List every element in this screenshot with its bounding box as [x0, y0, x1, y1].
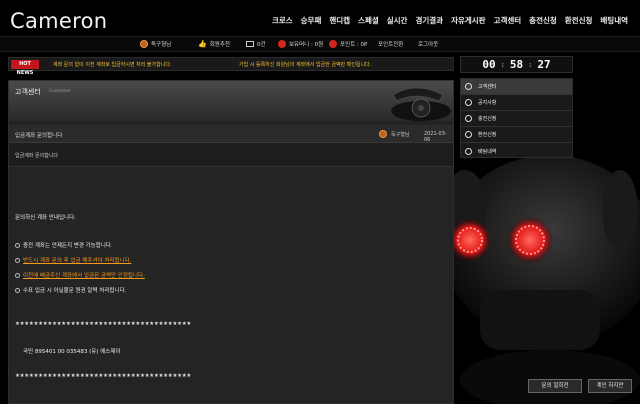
- clock: 00 : 58 : 27: [460, 56, 573, 73]
- telephone-icon: [391, 87, 451, 121]
- answer-text-highlight: 이전에 배금주신 계좌에서 입금된 금액만 인정됩니다.: [23, 273, 145, 279]
- author-name: 독구형님: [391, 131, 410, 138]
- nav-item-handicap[interactable]: 핸디캡: [325, 15, 354, 26]
- star-divider: ★★★★★★★★★★★★★★★★★★★★★★★★★★★★★★★★★★★★★★: [15, 321, 191, 327]
- answer-line: 수표 입금 시 아닐불문 원권 알력 처리됩니다.: [15, 286, 126, 294]
- robot-background-image: [443, 155, 640, 404]
- news-text-2: 가입 시 등록하신 회원님의 계좌에서 입금한 금액만 확인됩니다.: [239, 62, 372, 68]
- sidebar-item-bet-history[interactable]: 배팅내역: [461, 143, 572, 159]
- answer-line: 이전에 배금주신 계좌에서 입금된 금액만 인정됩니다.: [15, 271, 145, 279]
- answer-text-highlight: 반드시 계좌 문의 후 입금 해주셔야 처리됩니다.: [23, 258, 132, 264]
- messages-link[interactable]: 0건: [246, 40, 266, 48]
- bullet-icon: [15, 288, 20, 293]
- chat-icon: [465, 83, 472, 90]
- sidebar-item-notice[interactable]: 공지사항: [461, 95, 572, 111]
- deposit-icon: [465, 115, 472, 122]
- post-subject-text: 입금계좌 문의합니다: [15, 153, 58, 159]
- hot-news-badge: HOT NEWS: [11, 60, 39, 76]
- cs-subtitle: Customer: [49, 89, 71, 94]
- answer-line: 반드시 계좌 문의 후 입금 해주셔야 처리됩니다.: [15, 256, 131, 264]
- post-header: 입금계좌 문의합니다 독구형님 2021-03-06: [9, 125, 453, 143]
- sidebar-item-label: 공지사항: [478, 100, 497, 106]
- clock-sep: :: [528, 60, 533, 69]
- clock-sep: :: [500, 60, 505, 69]
- thumbs-up-icon: 👍: [198, 40, 207, 48]
- account-info: 국민 895401 00 035483 (유) 에스제이: [23, 349, 121, 355]
- recommend-label: 회원추천: [209, 42, 230, 48]
- star-divider: ★★★★★★★★★★★★★★★★★★★★★★★★★★★★★★★★★★★★★★: [15, 373, 191, 379]
- point-convert-link[interactable]: 포인트전환: [378, 40, 403, 48]
- post-title: 입금계좌 문의합니다: [15, 133, 63, 139]
- nav-item-deposit[interactable]: 충전신청: [525, 15, 561, 26]
- answer-text: 충전 계좌는 언제든지 변경 가능합니다.: [23, 243, 113, 249]
- sidebar-item-label: 환전신청: [478, 132, 497, 138]
- points-text: 포인트 : 0P: [340, 42, 368, 48]
- answer-intro: 문의하신 계좌 안내입니다.: [15, 215, 76, 221]
- money-icon: [278, 40, 286, 48]
- news-ticker: HOT NEWS 계좌 문의 없이 이전 계좌로 입금하시면 처리 불가합니다.…: [8, 57, 454, 76]
- nav-item-support[interactable]: 고객센터: [490, 15, 526, 26]
- nav-item-board[interactable]: 자유게시판: [447, 15, 490, 26]
- site-logo[interactable]: Cameron: [10, 9, 107, 33]
- sidebar-item-deposit[interactable]: 충전신청: [461, 111, 572, 127]
- envelope-icon: [246, 41, 254, 47]
- nav-item-withdraw[interactable]: 환전신청: [561, 15, 597, 26]
- holding-money: 보유머니 : 0원: [278, 40, 323, 48]
- nickname-text: 독구형님: [151, 42, 172, 48]
- nav-item-results[interactable]: 경기결과: [411, 15, 447, 26]
- history-icon: [465, 147, 472, 155]
- clock-minutes: 58: [509, 58, 524, 71]
- post-body: 문의하신 계좌 안내입니다. 충전 계좌는 언제든지 변경 가능합니다. 반드시…: [9, 167, 453, 403]
- post-author: 독구형님: [379, 130, 409, 138]
- news-text-1: 계좌 문의 없이 이전 계좌로 입금하시면 처리 불가합니다.: [53, 62, 172, 68]
- nav-item-cross[interactable]: 크로스: [268, 15, 297, 26]
- clock-hours: 00: [482, 58, 496, 71]
- cs-header: 고객센터 Customer: [9, 81, 453, 121]
- nav-item-special[interactable]: 스페셜: [354, 15, 383, 26]
- withdraw-icon: [465, 131, 472, 138]
- nav-item-win-draw-lose[interactable]: 승무패: [297, 15, 326, 26]
- sidebar-item-label: 고객센터: [478, 84, 497, 90]
- inquire-button[interactable]: 문의 일회전: [528, 379, 582, 393]
- bullet-icon: [15, 258, 20, 263]
- support-sidebar: 고객센터 공지사항 충전신청 환전신청 배팅내역: [460, 78, 573, 158]
- sidebar-item-withdraw[interactable]: 환전신청: [461, 127, 572, 143]
- clock-seconds: 27: [537, 58, 551, 71]
- nav-item-bet-history[interactable]: 배팅내역: [596, 15, 632, 26]
- level-icon: [379, 130, 387, 138]
- sidebar-item-label: 충전신청: [478, 116, 497, 122]
- notice-icon: [465, 99, 472, 106]
- bullet-icon: [15, 243, 20, 248]
- point-icon: [329, 40, 337, 48]
- cs-title: 고객센터: [15, 88, 41, 96]
- user-bar: 독구형님 👍 회원추천 0건 보유머니 : 0원 포인트 : 0P 포인트전환 …: [0, 36, 640, 52]
- header: Cameron 크로스 승무패 핸디캡 스페셜 실시간 경기결과 자유게시판 고…: [0, 0, 640, 36]
- main-nav: 크로스 승무패 핸디캡 스페셜 실시간 경기결과 자유게시판 고객센터 충전신청…: [268, 15, 632, 26]
- main-content: 고객센터 Customer 입금계좌 문의합니다 독구형님 2021-03-06…: [8, 80, 454, 404]
- bullet-icon: [15, 273, 20, 278]
- user-nickname: 독구형님: [140, 40, 171, 48]
- points: 포인트 : 0P: [329, 40, 367, 48]
- recommend-link[interactable]: 👍 회원추천: [198, 40, 230, 48]
- logout-link[interactable]: 로그아웃: [418, 40, 438, 48]
- sidebar-item-label: 배팅내역: [478, 148, 497, 155]
- post-date: 2021-03-06: [424, 131, 447, 143]
- sidebar-item-support[interactable]: 고객센터: [461, 79, 572, 95]
- confirm-button[interactable]: 계인 하지만: [588, 379, 632, 393]
- holding-money-text: 보유머니 : 0원: [289, 42, 324, 48]
- answer-line: 충전 계좌는 언제든지 변경 가능합니다.: [15, 241, 113, 249]
- answer-text: 수표 입금 시 아닐불문 원권 알력 처리됩니다.: [23, 288, 127, 294]
- post-subject: 입금계좌 문의합니다: [9, 143, 453, 167]
- message-count: 0건: [257, 42, 266, 48]
- level-icon: [140, 40, 148, 48]
- nav-item-live[interactable]: 실시간: [383, 15, 412, 26]
